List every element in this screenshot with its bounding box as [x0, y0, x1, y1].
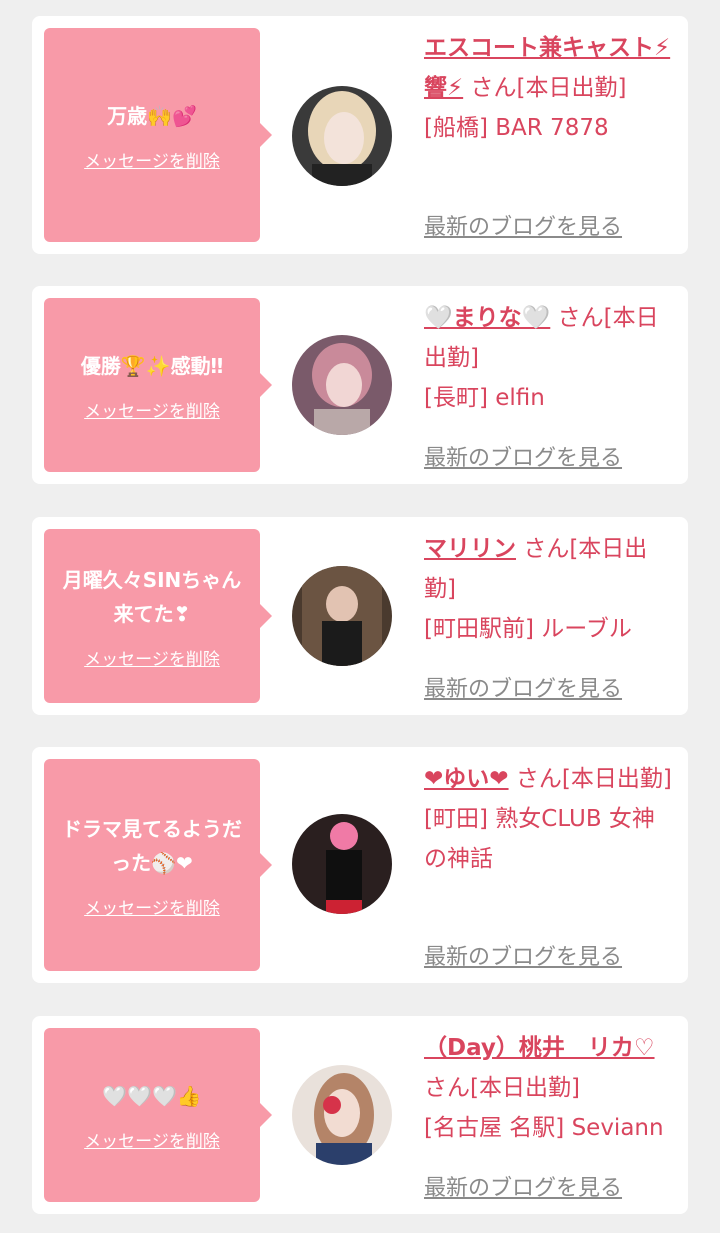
delete-message-link[interactable]: メッセージを削除 — [84, 147, 220, 172]
cast-name-link[interactable]: マリリン — [424, 536, 516, 562]
cast-info: マリリン さん[本日出勤] [町田駅前] ルーブル — [424, 529, 676, 649]
cast-name-link[interactable]: ❤ゆい❤ — [424, 766, 509, 792]
cast-name-link[interactable]: 🤍まりな🤍 — [424, 305, 550, 331]
message-bubble: 優勝🏆✨感動‼ メッセージを削除 — [44, 298, 272, 472]
attendance-label: さん[本日出勤] — [470, 75, 627, 101]
latest-blog-link[interactable]: 最新のブログを見る — [424, 939, 622, 971]
avatar[interactable] — [292, 335, 392, 435]
message-text: 🤍🤍🤍👍 — [102, 1083, 202, 1108]
message-text: 万歳🙌💕 — [107, 103, 197, 128]
latest-blog-link[interactable]: 最新のブログを見る — [424, 671, 622, 703]
cast-info: （Day）桃井 リカ♡ さん[本日出勤] [名古屋 名駅] Seviann — [424, 1028, 676, 1148]
shop-area: [船橋] BAR 7878 — [424, 115, 609, 141]
message-text: 月曜久々SINちゃん来てた❣ — [62, 567, 242, 626]
message-card: 万歳🙌💕 メッセージを削除 エスコート兼キャスト⚡響⚡ さん[本日出勤] [船橋… — [32, 16, 688, 254]
cast-info: ❤ゆい❤ さん[本日出勤] [町田] 熟女CLUB 女神の神話 — [424, 759, 676, 879]
message-bubble: 🤍🤍🤍👍 メッセージを削除 — [44, 1028, 272, 1202]
attendance-label: さん[本日出勤] — [515, 766, 672, 792]
message-card: 月曜久々SINちゃん来てた❣ メッセージを削除 マリリン さん[本日出勤] [町… — [32, 517, 688, 715]
attendance-label: さん[本日出勤] — [424, 1075, 580, 1101]
message-bubble: 月曜久々SINちゃん来てた❣ メッセージを削除 — [44, 529, 272, 703]
latest-blog-link[interactable]: 最新のブログを見る — [424, 440, 622, 472]
message-bubble: 万歳🙌💕 メッセージを削除 — [44, 28, 272, 242]
avatar[interactable] — [292, 1065, 392, 1165]
message-bubble: ドラマ見てるようだった⚾❤ メッセージを削除 — [44, 759, 272, 971]
message-card: 優勝🏆✨感動‼ メッセージを削除 🤍まりな🤍 さん[本日出勤] [長町] elf… — [32, 286, 688, 484]
latest-blog-link[interactable]: 最新のブログを見る — [424, 1170, 622, 1202]
shop-area: [長町] elfin — [424, 385, 545, 411]
shop-area: [名古屋 名駅] Seviann — [424, 1115, 664, 1141]
delete-message-link[interactable]: メッセージを削除 — [84, 1127, 220, 1152]
shop-area: [町田駅前] ルーブル — [424, 616, 632, 642]
message-text: ドラマ見てるようだった⚾❤ — [62, 816, 242, 875]
cast-name-link[interactable]: （Day）桃井 リカ♡ — [424, 1035, 655, 1061]
cast-info: エスコート兼キャスト⚡響⚡ さん[本日出勤] [船橋] BAR 7878 — [424, 28, 676, 148]
latest-blog-link[interactable]: 最新のブログを見る — [424, 209, 622, 241]
delete-message-link[interactable]: メッセージを削除 — [84, 894, 220, 919]
cast-info: 🤍まりな🤍 さん[本日出勤] [長町] elfin — [424, 298, 676, 418]
message-list: 万歳🙌💕 メッセージを削除 エスコート兼キャスト⚡響⚡ さん[本日出勤] [船橋… — [0, 0, 720, 1233]
avatar[interactable] — [292, 814, 392, 914]
delete-message-link[interactable]: メッセージを削除 — [84, 645, 220, 670]
message-card: 🤍🤍🤍👍 メッセージを削除 （Day）桃井 リカ♡ さん[本日出勤] [名古屋 … — [32, 1016, 688, 1214]
message-text: 優勝🏆✨感動‼ — [80, 353, 224, 378]
delete-message-link[interactable]: メッセージを削除 — [84, 397, 220, 422]
avatar[interactable] — [292, 86, 392, 186]
message-card: ドラマ見てるようだった⚾❤ メッセージを削除 ❤ゆい❤ さん[本日出勤] [町田… — [32, 747, 688, 983]
avatar[interactable] — [292, 566, 392, 666]
shop-area: [町田] 熟女CLUB 女神の神話 — [424, 806, 655, 872]
